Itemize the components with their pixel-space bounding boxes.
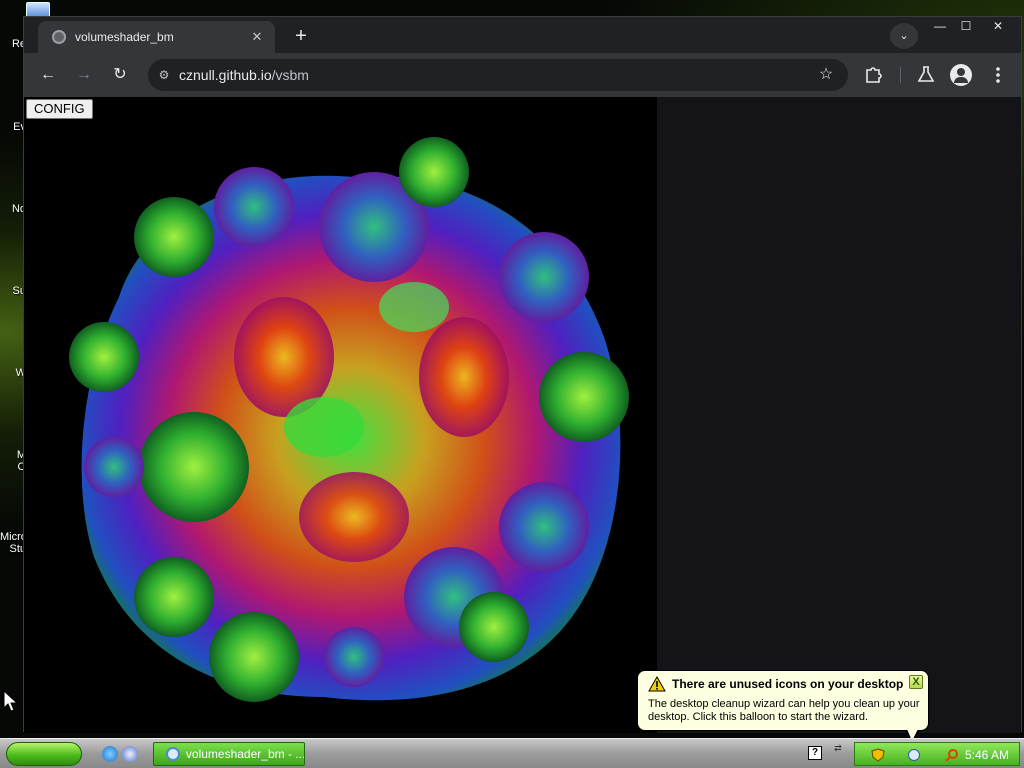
kebab-icon[interactable]: [990, 65, 1006, 85]
browser-toolbar: ← → ↻ ⚙ cznull.github.io/vsbm ☆: [24, 53, 1021, 97]
avatar-icon[interactable]: [950, 64, 972, 86]
chrome-icon: [166, 747, 180, 761]
tab-volumeshader[interactable]: volumeshader_bm ✕: [38, 21, 275, 53]
flask-icon[interactable]: [917, 65, 935, 83]
site-info-icon[interactable]: ⚙: [156, 67, 172, 83]
taskbar-item-browser[interactable]: volumeshader_bm - ...: [153, 742, 305, 766]
ie-icon[interactable]: [102, 746, 118, 762]
help-icon[interactable]: ?: [808, 746, 822, 760]
clock[interactable]: 5:46 AM: [965, 748, 1009, 762]
start-button[interactable]: [6, 742, 82, 766]
url-path: /vsbm: [271, 67, 309, 83]
network-icon[interactable]: [907, 748, 921, 762]
warning-icon: [648, 676, 666, 692]
taskbar-item-label: volumeshader_bm - ...: [185, 747, 304, 761]
system-tray: 5:46 AM: [854, 742, 1020, 766]
puzzle-icon[interactable]: [864, 65, 882, 83]
url-host: cznull.github.io: [179, 67, 272, 83]
reload-button[interactable]: ↻: [108, 63, 132, 87]
address-bar[interactable]: ⚙ cznull.github.io/vsbm ☆: [148, 59, 848, 91]
shield-icon[interactable]: [871, 748, 885, 762]
search-icon[interactable]: [945, 748, 959, 762]
back-button[interactable]: ←: [36, 63, 60, 87]
forward-button[interactable]: →: [72, 63, 96, 87]
globe-icon: [52, 30, 66, 44]
minimize-button[interactable]: —: [928, 17, 952, 35]
new-tab-button[interactable]: +: [290, 25, 312, 47]
tab-title: volumeshader_bm: [75, 30, 174, 44]
maximize-button[interactable]: ☐: [954, 17, 978, 35]
cursor-icon: [3, 690, 19, 712]
tab-strip: volumeshader_bm ✕ + ⌄ — ☐ ✕: [24, 17, 1021, 53]
tab-search-button[interactable]: ⌄: [890, 23, 918, 49]
fractal-render: [69, 137, 629, 702]
page-content: CONFIG: [24, 97, 1021, 733]
media-icon[interactable]: [122, 746, 138, 762]
config-button[interactable]: CONFIG: [26, 99, 93, 119]
balloon-close-button[interactable]: X: [909, 675, 923, 689]
close-icon[interactable]: ✕: [249, 29, 265, 45]
browser-window: volumeshader_bm ✕ + ⌄ — ☐ ✕ ← → ↻ ⚙ cznu…: [23, 16, 1022, 733]
notification-balloon[interactable]: There are unused icons on your desktop X…: [637, 670, 929, 731]
balloon-body: The desktop cleanup wizard can help you …: [648, 698, 920, 723]
render-canvas[interactable]: CONFIG: [24, 97, 657, 733]
tray-expand-icon[interactable]: ⇄: [832, 744, 844, 762]
url-text[interactable]: cznull.github.io/vsbm: [179, 67, 309, 83]
taskbar: volumeshader_bm - ... ? ⇄ 5:46 AM: [0, 738, 1024, 768]
balloon-title: There are unused icons on your desktop: [672, 677, 904, 691]
close-window-button[interactable]: ✕: [986, 17, 1010, 35]
chevron-down-icon: ⌄: [899, 30, 909, 42]
toolbar-divider: [900, 67, 901, 83]
star-icon[interactable]: ☆: [816, 65, 836, 85]
